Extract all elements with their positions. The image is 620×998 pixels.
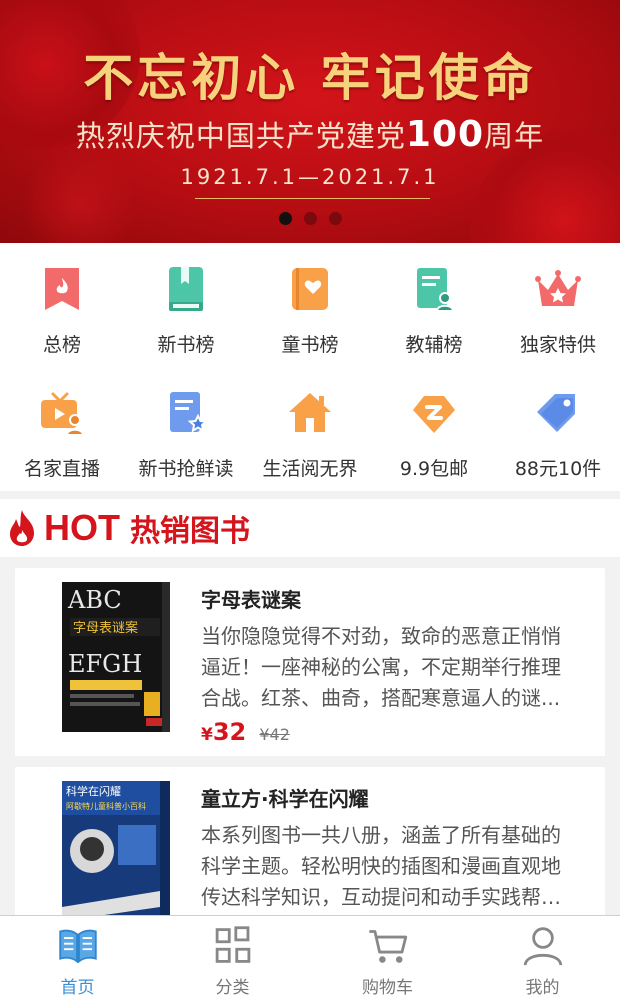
rose-decoration (20, 150, 140, 243)
category-label: 童书榜 (281, 334, 339, 356)
category-label: 教辅榜 (405, 334, 463, 356)
category-grid: 总榜 新书榜 童书榜 教辅榜 独家特供 名家直播 新书抢鲜读 生活阅无界 9.9… (0, 243, 620, 491)
category-jiaofubang[interactable]: 教辅榜 (372, 243, 496, 367)
tab-category[interactable]: 分类 (155, 916, 310, 998)
grid-icon (215, 926, 250, 963)
svg-text:ABC: ABC (67, 586, 122, 614)
category-mingjiazhibo[interactable]: 名家直播 (0, 367, 124, 491)
category-label: 独家特供 (519, 334, 596, 356)
bookmark-flame-icon (45, 268, 79, 310)
book-info: 字母表谜案 当你隐隐觉得不对劲，致命的恶意正悄悄逼近！一座神秘的公寓，不定期举行… (201, 584, 576, 746)
section-title: 热销图书 (130, 514, 250, 549)
book-description: 本系列图书一共八册，涵盖了所有基础的科学主题。轻松明快的插图和漫画直观地传达科学… (201, 823, 561, 909)
house-icon (289, 393, 331, 432)
carousel-dot[interactable] (303, 212, 317, 225)
category-label: 总榜 (42, 334, 81, 356)
category-dujiategong[interactable]: 独家特供 (496, 243, 620, 367)
book-description: 当你隐隐觉得不对劲，致命的恶意正悄悄逼近！一座神秘的公寓，不定期举行推理合战。红… (201, 624, 561, 710)
category-label: 生活阅无界 (262, 458, 358, 480)
carousel-dot[interactable] (278, 212, 292, 225)
tag-icon (537, 394, 575, 432)
current-price: ¥32 (201, 718, 247, 746)
book-price: ¥32 ¥42 (201, 718, 576, 746)
tab-label: 首页 (60, 978, 95, 998)
book-cover-image: 科学在闪耀 阿歇特儿童科普小百科 (62, 781, 170, 931)
tab-label: 购物车 (362, 978, 413, 998)
original-price: ¥42 (259, 725, 290, 744)
tab-profile[interactable]: 我的 (465, 916, 620, 998)
promo-banner[interactable]: 不忘初心 牢记使命 热烈庆祝中国共产党建党100周年 1921.7.1—2021… (0, 0, 620, 243)
document-user-icon (417, 268, 455, 312)
tab-label: 我的 (525, 978, 560, 998)
category-tongshubang[interactable]: 童书榜 (248, 243, 372, 367)
category-label: 名家直播 (23, 458, 100, 480)
book-cover-image: ABC 字母表谜案 EFGH (62, 582, 170, 732)
category-shenghuoyuewujie[interactable]: 生活阅无界 (248, 367, 372, 491)
banner-subtitle: 热烈庆祝中国共产党建党100周年 (75, 114, 545, 155)
category-88yuan[interactable]: 88元10件 (496, 367, 620, 491)
svg-text:科学在闪耀: 科学在闪耀 (66, 784, 121, 798)
document-star-icon (170, 392, 209, 433)
flame-icon (10, 510, 34, 546)
tab-home[interactable]: 首页 (0, 916, 155, 998)
category-label: 9.9包邮 (399, 458, 469, 480)
category-baoyou[interactable]: 9.9包邮 (372, 367, 496, 491)
banner-title: 不忘初心 牢记使命 (83, 48, 537, 107)
z-badge-icon (413, 396, 455, 433)
open-book-icon (58, 929, 97, 964)
category-label: 88元10件 (514, 458, 602, 480)
category-zongbang[interactable]: 总榜 (0, 243, 124, 367)
book-icon (169, 267, 203, 311)
book-title: 字母表谜案 (201, 588, 301, 612)
heart-book-icon (292, 268, 328, 310)
svg-text:字母表谜案: 字母表谜案 (73, 621, 138, 636)
user-icon (523, 927, 562, 966)
banner-divider (195, 198, 430, 199)
category-xinshubang[interactable]: 新书榜 (124, 243, 248, 367)
cart-icon (368, 930, 407, 963)
svg-text:阿歇特儿童科普小百科: 阿歇特儿童科普小百科 (66, 801, 146, 811)
carousel-dot[interactable] (328, 212, 342, 225)
tv-user-icon (41, 392, 85, 436)
carousel-dots (0, 212, 620, 225)
tab-label: 分类 (215, 978, 250, 998)
category-xinshuqiangxiandu[interactable]: 新书抢鲜读 (124, 367, 248, 491)
banner-date-range: 1921.7.1—2021.7.1 (180, 165, 440, 189)
tab-cart[interactable]: 购物车 (310, 916, 465, 998)
svg-text:EFGH: EFGH (68, 650, 142, 678)
hot-section-header: HOT 热销图书 (0, 499, 620, 557)
category-label: 新书榜 (157, 334, 215, 356)
book-title: 童立方·科学在闪耀 (201, 787, 369, 811)
bottom-tab-bar: 首页 分类 购物车 我的 (0, 915, 620, 998)
crown-icon (535, 270, 581, 306)
category-label: 新书抢鲜读 (138, 458, 234, 480)
book-card[interactable]: ABC 字母表谜案 EFGH 字母表谜案 当你隐隐觉得不对劲，致命的恶意正悄悄逼… (15, 568, 605, 756)
hot-label: HOT (44, 507, 120, 548)
